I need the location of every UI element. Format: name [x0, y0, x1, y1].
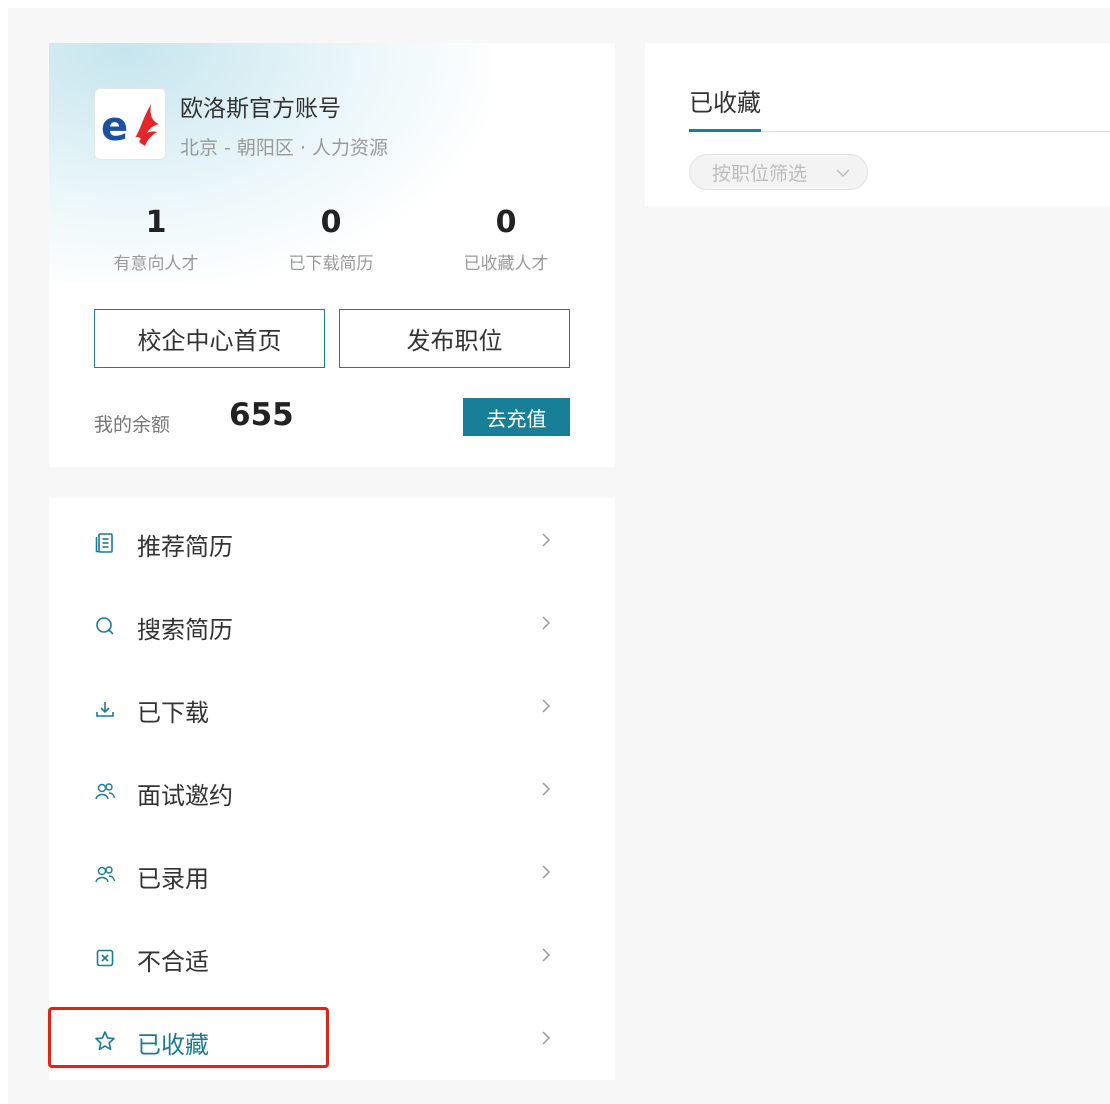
chevron-right-icon — [542, 948, 551, 962]
balance-value: 655 — [229, 397, 294, 433]
chevron-down-icon — [836, 169, 850, 178]
stat-label: 已收藏人才 — [463, 254, 549, 274]
document-list-icon — [94, 532, 116, 554]
stat-label: 有意向人才 — [113, 254, 199, 274]
star-icon — [94, 1030, 116, 1052]
job-filter-select[interactable]: 按职位筛选 — [689, 154, 868, 190]
chevron-right-icon — [542, 1031, 551, 1045]
publish-job-button[interactable]: 发布职位 — [339, 309, 570, 368]
people-icon — [94, 864, 116, 886]
menu-item-label: 已收藏 — [137, 1031, 209, 1059]
sidebar-menu: 推荐简历 搜索简历 已下载 面试邀约 已录用 不合适 已收藏 — [49, 498, 615, 1080]
company-logo: e — [94, 88, 166, 160]
chevron-right-icon — [542, 782, 551, 796]
menu-item-saved[interactable]: 已收藏 — [49, 998, 615, 1081]
stat-value: 1 — [145, 205, 167, 240]
school-enterprise-home-button[interactable]: 校企中心首页 — [94, 309, 325, 368]
stat-downloaded-resumes[interactable]: 0 已下载简历 — [261, 203, 401, 274]
company-location-industry: 北京 - 朝阳区 · 人力资源 — [180, 137, 389, 159]
menu-item-label: 已下载 — [137, 699, 209, 727]
menu-item-unsuitable[interactable]: 不合适 — [49, 915, 615, 998]
chevron-right-icon — [542, 533, 551, 547]
recharge-button[interactable]: 去充值 — [463, 398, 570, 436]
stat-saved-talent[interactable]: 0 已收藏人才 — [436, 203, 576, 274]
download-icon — [94, 698, 116, 720]
stat-value: 0 — [320, 205, 342, 240]
tab-active-indicator — [689, 129, 761, 132]
stat-value: 0 — [495, 205, 517, 240]
menu-item-label: 不合适 — [137, 948, 209, 976]
search-icon — [94, 615, 116, 637]
menu-item-hired[interactable]: 已录用 — [49, 832, 615, 915]
profile-card: e 欧洛斯官方账号 北京 - 朝阳区 · 人力资源 1 有意向人才 0 已下载简… — [49, 43, 615, 467]
stat-label: 已下载简历 — [288, 254, 374, 274]
close-box-icon — [94, 947, 116, 969]
menu-item-label: 面试邀约 — [137, 782, 233, 810]
company-name: 欧洛斯官方账号 — [180, 96, 341, 122]
menu-item-search-resumes[interactable]: 搜索简历 — [49, 583, 615, 666]
menu-item-label: 推荐简历 — [137, 533, 233, 561]
menu-item-interview-invitations[interactable]: 面试邀约 — [49, 749, 615, 832]
job-filter-placeholder: 按职位筛选 — [712, 162, 808, 185]
menu-item-label: 搜索简历 — [137, 616, 233, 644]
saved-talent-panel: 已收藏 按职位筛选 — [645, 43, 1110, 206]
chevron-right-icon — [542, 865, 551, 879]
chevron-right-icon — [542, 699, 551, 713]
stat-interested-talent[interactable]: 1 有意向人才 — [86, 203, 226, 274]
tab-saved[interactable]: 已收藏 — [689, 83, 761, 118]
people-icon — [94, 781, 116, 803]
menu-item-downloaded[interactable]: 已下载 — [49, 666, 615, 749]
balance-label: 我的余额 — [94, 414, 171, 436]
svg-text:e: e — [101, 104, 128, 150]
chevron-right-icon — [542, 616, 551, 630]
menu-item-recommended-resumes[interactable]: 推荐简历 — [49, 500, 615, 583]
menu-item-label: 已录用 — [137, 865, 209, 893]
